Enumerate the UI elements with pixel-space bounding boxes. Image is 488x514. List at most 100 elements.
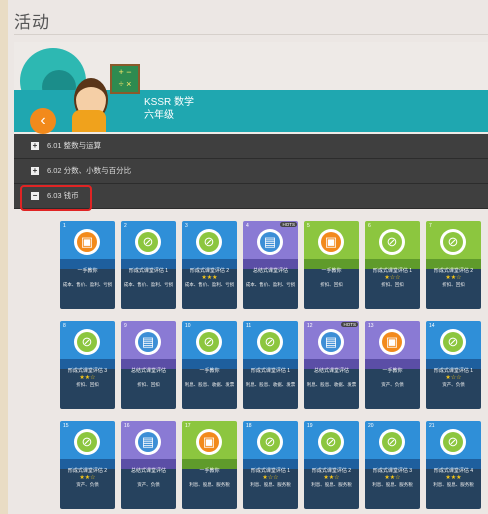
activity-card[interactable]: 18 ⊘ 形成式课堂评估 1 ★☆☆ 利息、股息、服务税 — [243, 421, 298, 509]
card-number: 13 — [368, 323, 374, 329]
section-6-02[interactable]: +6.02 分数、小数与百分比 — [14, 159, 488, 184]
activity-card[interactable]: 19 ⊘ 形成式课堂评估 2 ★★☆ 利息、股息、服务税 — [304, 421, 359, 509]
activity-card[interactable]: 20 ⊘ 形成式课堂评估 3 ★★☆ 利息、股息、服务税 — [365, 421, 420, 509]
card-stars: ★★★ — [201, 275, 218, 281]
formative-icon: ⊘ — [379, 229, 405, 255]
card-description: 折扣、回扣 — [442, 282, 465, 287]
activity-card[interactable]: 17 ▣ 一手教你 利息、股息、服务税 — [182, 421, 237, 509]
card-number: 14 — [429, 323, 435, 329]
formative-icon: ⊘ — [257, 329, 283, 355]
card-number: 12 — [307, 323, 313, 329]
formative-icon: ⊘ — [196, 229, 222, 255]
activity-card[interactable]: 10 ⊘ 一手教你 利息、股息、收据、发票 — [182, 321, 237, 409]
card-description: 利息、股息、服务税 — [372, 482, 413, 487]
card-label: 形成式课堂评估 3 — [67, 368, 108, 374]
card-description: 成本、售价、盈利、亏损 — [123, 282, 174, 287]
card-label: 一手教你 — [382, 368, 403, 374]
card-number: 16 — [124, 423, 130, 429]
card-label: 一手教你 — [321, 268, 342, 274]
highlight-box — [20, 185, 92, 211]
card-number: 3 — [185, 223, 188, 229]
card-label: 形成式课堂评估 2 — [311, 468, 352, 474]
card-number: 15 — [63, 423, 69, 429]
activity-card[interactable]: 12 HOTS ▤ 总结式课堂评估 利息、股息、收据、发票 — [304, 321, 359, 409]
quiz-icon: ▣ — [379, 329, 405, 355]
activity-card[interactable]: 3 ⊘ 形成式课堂评估 2 ★★★ 成本、售价、盈利、亏损 — [182, 221, 237, 309]
card-number: 5 — [307, 223, 310, 229]
card-number: 7 — [429, 223, 432, 229]
card-number: 8 — [63, 323, 66, 329]
formative-icon: ⊘ — [257, 429, 283, 455]
card-description: 利息、股息、服务税 — [311, 482, 352, 487]
activity-card[interactable]: 6 ⊘ 形成式课堂评估 1 ★☆☆ 折扣、回扣 — [365, 221, 420, 309]
card-label: 总结式课堂评估 — [130, 368, 166, 374]
document-icon: ▤ — [135, 429, 161, 455]
formative-icon: ⊘ — [196, 329, 222, 355]
card-label: 形成式课堂评估 3 — [372, 468, 413, 474]
activity-card[interactable]: 1 ▣ 一手教你 成本、售价、盈利、亏损 — [60, 221, 115, 309]
card-label: 形成式课堂评估 2 — [433, 268, 474, 274]
card-description: 成本、售价、盈利、亏损 — [245, 282, 296, 287]
section-6-01[interactable]: +6.01 整数与运算 — [14, 134, 488, 159]
course-info: KSSR 数学 六年级 — [144, 96, 194, 122]
formative-icon: ⊘ — [135, 229, 161, 255]
formative-icon: ⊘ — [379, 429, 405, 455]
expand-icon[interactable]: + — [31, 167, 39, 176]
card-number: 21 — [429, 423, 435, 429]
card-number: 17 — [185, 423, 191, 429]
card-stars: ★★★ — [445, 475, 462, 481]
card-label: 形成式课堂评估 1 — [250, 468, 291, 474]
title-divider — [14, 34, 488, 35]
math-board-icon: + − ÷ × — [110, 64, 140, 94]
card-number: 11 — [246, 323, 252, 329]
activity-card[interactable]: 15 ⊘ 形成式课堂评估 2 ★★☆ 资产、负债 — [60, 421, 115, 509]
card-stars: ★★☆ — [323, 475, 340, 481]
quiz-icon: ▣ — [196, 429, 222, 455]
card-number: 19 — [307, 423, 313, 429]
card-stars: ★★☆ — [445, 275, 462, 281]
activity-card[interactable]: 11 ⊘ 形成式课堂评估 1 利息、股息、收据、发票 — [243, 321, 298, 409]
card-stars: ★☆☆ — [384, 275, 401, 281]
formative-icon: ⊘ — [440, 429, 466, 455]
card-description: 利息、股息、收据、发票 — [184, 382, 235, 387]
back-button[interactable]: ‹ — [30, 108, 56, 134]
card-description: 利息、股息、服务税 — [433, 482, 474, 487]
card-description: 利息、股息、收据、发票 — [245, 382, 296, 387]
activity-card[interactable]: 14 ⊘ 形成式课堂评估 1 ★☆☆ 资产、负债 — [426, 321, 481, 409]
student-body-illustration — [72, 110, 106, 132]
activity-card[interactable]: 9 ▤ 总结式课堂评估 折扣、回扣 — [121, 321, 176, 409]
activity-card[interactable]: 7 ⊘ 形成式课堂评估 2 ★★☆ 折扣、回扣 — [426, 221, 481, 309]
card-number: 10 — [185, 323, 191, 329]
card-label: 形成式课堂评估 2 — [189, 268, 230, 274]
activity-card[interactable]: 4 HOTS ▤ 总结式课堂评估 成本、售价、盈利、亏损 — [243, 221, 298, 309]
card-description: 成本、售价、盈利、亏损 — [184, 282, 235, 287]
card-number: 2 — [124, 223, 127, 229]
document-icon: ▤ — [257, 229, 283, 255]
card-stars: ★★☆ — [79, 375, 96, 381]
card-stars: ★★☆ — [79, 475, 96, 481]
expand-icon[interactable]: + — [31, 142, 39, 151]
quiz-icon: ▣ — [74, 229, 100, 255]
card-number: 20 — [368, 423, 374, 429]
formative-icon: ⊘ — [74, 329, 100, 355]
activity-card[interactable]: 21 ⊘ 形成式课堂评估 4 ★★★ 利息、股息、服务税 — [426, 421, 481, 509]
quiz-icon: ▣ — [318, 229, 344, 255]
card-description: 折扣、回扣 — [76, 382, 99, 387]
page-title: 活动 — [14, 13, 50, 32]
section-label: 6.02 分数、小数与百分比 — [47, 166, 132, 175]
card-number: 4 — [246, 223, 249, 229]
activity-card[interactable]: 8 ⊘ 形成式课堂评估 3 ★★☆ 折扣、回扣 — [60, 321, 115, 409]
card-label: 形成式课堂评估 2 — [67, 468, 108, 474]
course-name: KSSR 数学 — [144, 97, 195, 108]
card-label: 形成式课堂评估 1 — [433, 368, 474, 374]
card-label: 一手教你 — [77, 268, 98, 274]
activity-card[interactable]: 2 ⊘ 形成式课堂评估 1 成本、售价、盈利、亏损 — [121, 221, 176, 309]
document-icon: ▤ — [135, 329, 161, 355]
card-description: 折扣、回扣 — [137, 382, 160, 387]
activity-card[interactable]: 16 ▤ 总结式课堂评估 资产、负债 — [121, 421, 176, 509]
section-label: 6.01 整数与运算 — [47, 141, 102, 150]
card-description: 资产、负债 — [442, 382, 465, 387]
card-label: 形成式课堂评估 1 — [250, 368, 291, 374]
activity-card[interactable]: 13 ▣ 一手教你 资产、负债 — [365, 321, 420, 409]
activity-card[interactable]: 5 ▣ 一手教你 折扣、回扣 — [304, 221, 359, 309]
